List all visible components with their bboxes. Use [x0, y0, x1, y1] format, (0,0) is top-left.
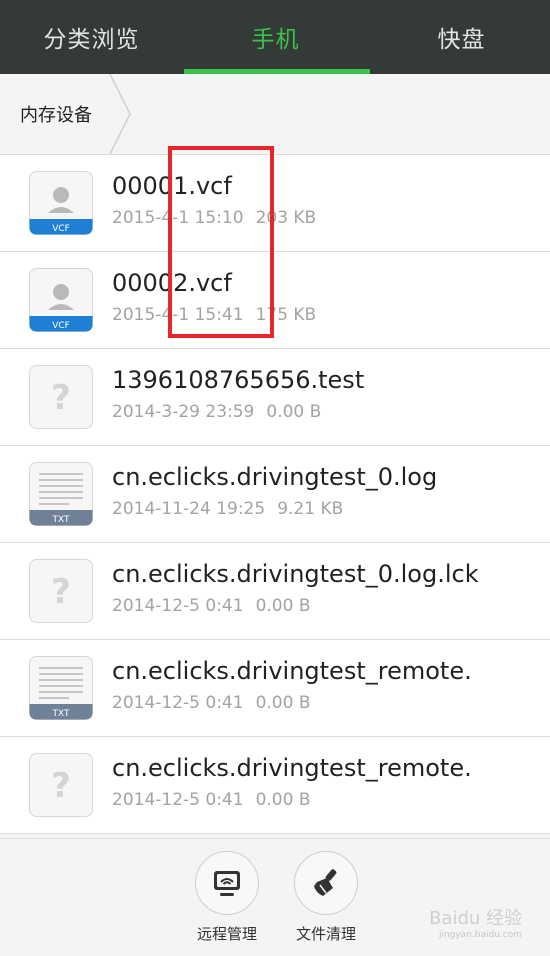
breadcrumb-separator-icon [109, 74, 131, 154]
file-type-badge: TXT [51, 709, 70, 719]
unknown-file-icon: ? [29, 559, 93, 623]
highlight-box [168, 146, 274, 338]
txt-file-icon: TXT [29, 656, 93, 720]
file-cleanup-button[interactable]: 文件清理 [286, 851, 366, 944]
watermark-text: Baidu 经验 [429, 908, 522, 929]
file-name: cn.eclicks.drivingtest_remote. [112, 754, 472, 782]
bottom-action-bar: 远程管理 文件清理 Baidu 经验 jingyan.baidu.com [0, 838, 550, 956]
file-meta: 2014-3-29 23:59 0.00 B [112, 402, 321, 422]
file-meta: 2014-12-5 0:41 0.00 B [112, 693, 310, 713]
file-list: VCF 00001.vcf 2015-4-1 15:10 203 KB VCF 0… [0, 155, 550, 834]
svg-text:?: ? [51, 766, 71, 806]
broom-clean-icon [314, 869, 337, 896]
file-row[interactable]: VCF 00002.vcf 2015-4-1 15:41 175 KB [0, 252, 550, 349]
svg-text:?: ? [51, 572, 71, 612]
remote-management-label: 远程管理 [196, 925, 257, 943]
file-size: 0.00 B [255, 693, 311, 713]
file-type-badge: VCF [52, 321, 70, 331]
vcf-contact-icon: VCF [29, 268, 93, 332]
watermark-subtext: jingyan.baidu.com [438, 930, 522, 940]
unknown-file-icon: ? [29, 753, 93, 817]
file-row[interactable]: ? cn.eclicks.drivingtest_remote. 2014-12… [0, 737, 550, 834]
top-tab-bar: 分类浏览 手机 快盘 [0, 0, 550, 74]
file-row[interactable]: ? cn.eclicks.drivingtest_0.log.lck 2014-… [0, 543, 550, 640]
tab-kuaipan[interactable]: 快盘 [370, 0, 550, 74]
unknown-file-icon: ? [29, 365, 93, 429]
file-row[interactable]: TXT cn.eclicks.drivingtest_0.log 2014-11… [0, 446, 550, 543]
file-meta: 2014-12-5 0:41 0.00 B [112, 790, 310, 810]
file-name: cn.eclicks.drivingtest_0.log [112, 463, 438, 491]
file-cleanup-label: 文件清理 [295, 925, 356, 943]
svg-text:?: ? [51, 378, 71, 418]
file-row[interactable]: ? 1396108765656.test 2014-3-29 23:59 0.00… [0, 349, 550, 446]
file-date: 2014-12-5 0:41 [112, 790, 244, 810]
tab-category-browse[interactable]: 分类浏览 [0, 0, 183, 74]
file-row[interactable]: VCF 00001.vcf 2015-4-1 15:10 203 KB [0, 155, 550, 252]
file-date: 2014-12-5 0:41 [112, 596, 244, 616]
file-date: 2014-12-5 0:41 [112, 693, 244, 713]
remote-management-button[interactable]: 远程管理 [187, 851, 267, 944]
file-size: 0.00 B [255, 596, 311, 616]
breadcrumb-item-internal-storage[interactable]: 内存设备 [0, 74, 115, 154]
file-date: 2014-11-24 19:25 [112, 499, 266, 519]
baidu-watermark: Baidu 经验 jingyan.baidu.com [429, 904, 522, 940]
file-type-badge: TXT [51, 515, 70, 525]
remote-monitor-icon [214, 871, 240, 896]
file-meta: 2014-12-5 0:41 0.00 B [112, 596, 310, 616]
file-size: 9.21 KB [277, 499, 344, 519]
file-meta: 2014-11-24 19:25 9.21 KB [112, 499, 343, 519]
file-row[interactable]: TXT cn.eclicks.drivingtest_remote. 2014-… [0, 640, 550, 737]
file-date: 2014-3-29 23:59 [112, 402, 255, 422]
file-name: cn.eclicks.drivingtest_0.log.lck [112, 560, 479, 588]
txt-file-icon: TXT [29, 462, 93, 526]
file-name: 1396108765656.test [112, 366, 365, 394]
tab-phone[interactable]: 手机 [184, 0, 367, 74]
file-size: 0.00 B [266, 402, 322, 422]
file-size: 0.00 B [255, 790, 311, 810]
file-type-badge: VCF [52, 224, 70, 234]
vcf-contact-icon: VCF [29, 171, 93, 235]
file-name: cn.eclicks.drivingtest_remote. [112, 657, 472, 685]
breadcrumb: 内存设备 [0, 74, 550, 155]
